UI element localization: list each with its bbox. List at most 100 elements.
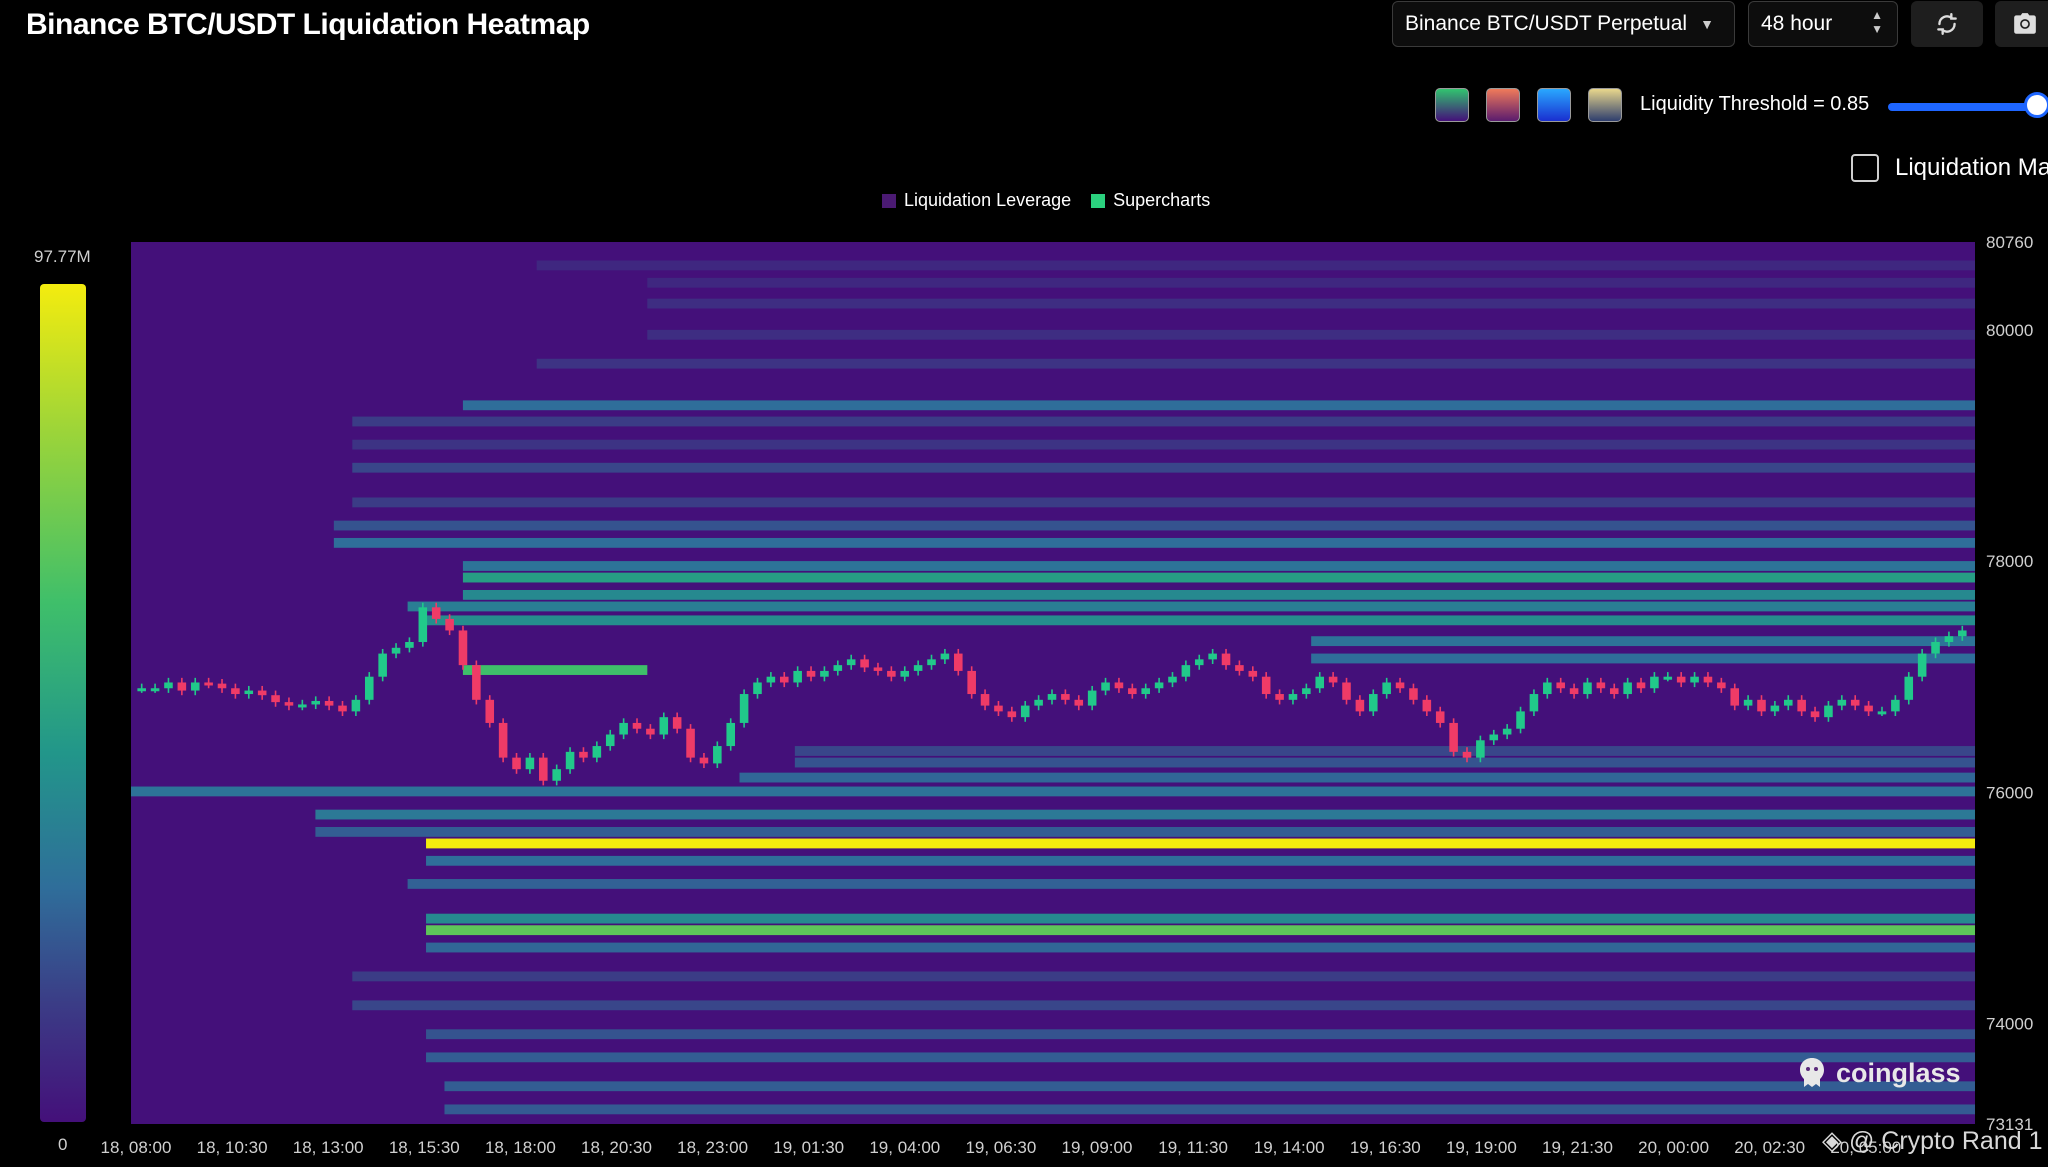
candle-body <box>164 682 173 689</box>
candle-body <box>1382 682 1391 695</box>
candle-body <box>1007 711 1017 718</box>
candle-body <box>1743 699 1753 706</box>
candle-body <box>994 705 1003 712</box>
candle-body <box>1797 699 1806 712</box>
candle-body <box>298 704 307 708</box>
candle-body <box>646 728 655 735</box>
candle-body <box>1168 676 1177 683</box>
x-tick-label: 19, 19:00 <box>1446 1138 1517 1157</box>
candle-body <box>913 665 923 671</box>
x-tick-label: 20, 00:00 <box>1638 1138 1709 1157</box>
candle-body <box>445 618 454 631</box>
candle-body <box>137 688 146 692</box>
candle-body <box>766 676 776 683</box>
candle-body <box>1529 694 1539 712</box>
liquidation-band <box>407 601 1976 612</box>
candle-body <box>565 751 575 770</box>
candle-body <box>659 717 669 735</box>
y-tick-label: 78000 <box>1986 552 2033 571</box>
candle-body <box>619 722 628 735</box>
candle-body <box>1128 688 1137 695</box>
liquidation-band <box>426 913 1975 924</box>
candle-body <box>1369 694 1378 712</box>
candle-body <box>1087 690 1097 706</box>
liquidation-band <box>739 772 1975 783</box>
author-credit: ◈ @ Crypto Rand 1 <box>1822 1125 2042 1156</box>
candle-body <box>1837 699 1847 706</box>
liquidation-band <box>444 1081 1976 1092</box>
liquidation-band <box>1311 653 1975 664</box>
candle-body <box>418 607 428 643</box>
candle-body <box>391 647 401 654</box>
candle-body <box>1395 682 1405 689</box>
candle-body <box>713 746 722 764</box>
candle-body <box>271 695 280 703</box>
candle-body <box>605 734 615 747</box>
heatmap-chart[interactable]: 80760800007800076000740007313118, 08:00 1… <box>0 0 2048 1167</box>
candle-body <box>806 670 816 677</box>
candle-body <box>672 717 682 729</box>
candle-body <box>431 607 441 619</box>
candle-body <box>257 690 267 696</box>
x-tick-label: 19, 21:30 <box>1542 1138 1613 1157</box>
candle-body <box>1891 699 1900 712</box>
x-tick-label: 19, 09:00 <box>1062 1138 1133 1157</box>
candle-body <box>1931 642 1940 654</box>
coinglass-logo-icon <box>1800 1058 1824 1087</box>
candle-body <box>726 722 735 747</box>
candle-body <box>940 653 950 660</box>
candle-body <box>1944 636 1954 643</box>
candle-body <box>1516 711 1525 729</box>
candle-body <box>1074 699 1084 706</box>
liquidation-band <box>647 329 1975 340</box>
liquidation-band <box>352 462 1975 473</box>
x-tick-label: 19, 11:30 <box>1158 1138 1228 1157</box>
x-tick-label: 19, 14:00 <box>1254 1138 1325 1157</box>
candle-body <box>177 682 187 691</box>
candle-body <box>1783 699 1793 706</box>
liquidation-band <box>536 260 1976 271</box>
candle-body <box>1315 676 1325 689</box>
candle-body <box>1061 694 1070 700</box>
candle-body <box>793 670 802 683</box>
candle-body <box>150 688 160 692</box>
liquidation-band <box>426 942 1975 953</box>
candle-body <box>1449 722 1458 752</box>
candle-body <box>311 700 321 705</box>
author-credit-text: @ Crypto Rand 1 <box>1848 1127 2043 1155</box>
liquidation-band <box>426 855 1975 866</box>
candle-body <box>1824 705 1833 718</box>
candle-body <box>539 757 548 781</box>
liquidation-band <box>426 925 1975 936</box>
candle-body <box>1141 688 1150 695</box>
candle-body <box>1435 711 1445 723</box>
x-tick-label: 19, 01:30 <box>773 1138 844 1157</box>
liquidation-band <box>426 838 1975 849</box>
liquidation-band <box>426 1052 1975 1063</box>
candle-body <box>1020 705 1030 718</box>
candle-body <box>1609 688 1619 695</box>
liquidation-band <box>426 615 1975 626</box>
candle-body <box>1235 665 1244 671</box>
x-tick-label: 19, 04:00 <box>869 1138 940 1157</box>
x-tick-label: 18, 20:30 <box>581 1138 652 1157</box>
liquidation-band <box>352 1000 1975 1011</box>
x-tick-label: 18, 10:30 <box>197 1138 268 1157</box>
candle-body <box>1409 688 1418 700</box>
liquidation-band <box>352 497 1975 508</box>
candle-body <box>364 676 374 700</box>
candle-body <box>1703 676 1713 683</box>
candle-body <box>1114 682 1124 689</box>
candle-body <box>1757 699 1766 712</box>
candle-body <box>1422 699 1432 712</box>
candle-body <box>860 659 869 668</box>
liquidation-band <box>315 826 1975 837</box>
candle-body <box>512 757 521 770</box>
candle-body <box>779 676 789 683</box>
liquidation-band <box>794 757 1975 768</box>
candle-body <box>1958 630 1967 637</box>
x-tick-label: 18, 08:00 <box>101 1138 172 1157</box>
candle-body <box>592 746 602 758</box>
x-tick-label: 19, 16:30 <box>1350 1138 1421 1157</box>
x-tick-label: 20, 02:30 <box>1734 1138 1805 1157</box>
